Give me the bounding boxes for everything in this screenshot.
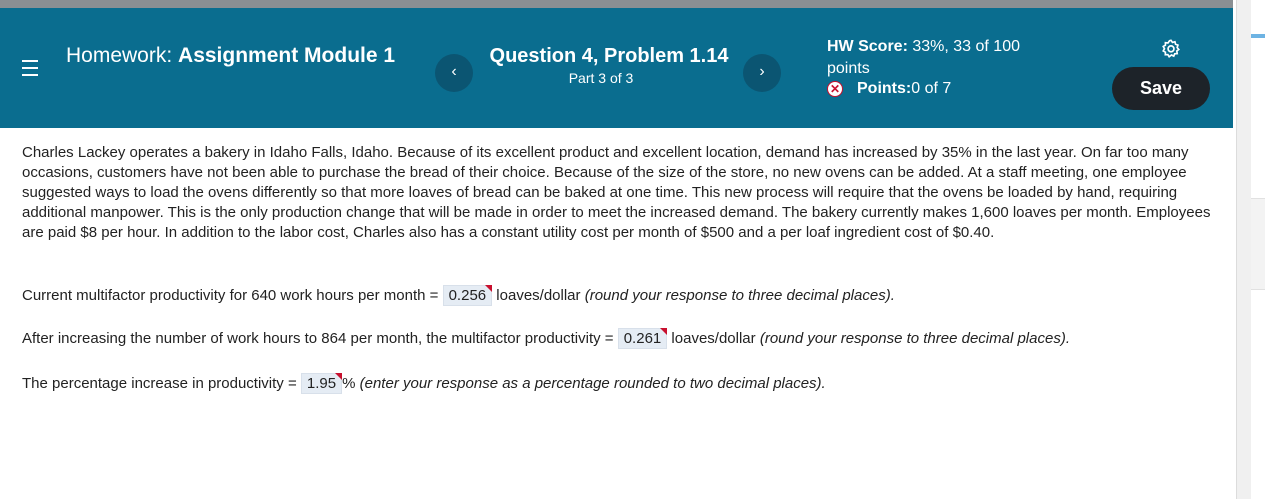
answer-3-value: 1.95	[306, 375, 337, 392]
gear-icon[interactable]	[1160, 38, 1182, 60]
answer-1-value: 0.256	[448, 287, 487, 304]
question-line-1: Current multifactor productivity for 640…	[22, 285, 895, 306]
incorrect-flag-icon	[660, 328, 668, 335]
vertical-scrollbar[interactable]	[1236, 0, 1252, 499]
answer-field-3[interactable]: 1.95	[300, 373, 343, 394]
save-button[interactable]: Save	[1112, 67, 1210, 110]
points-label: Points:	[857, 80, 912, 97]
incorrect-flag-icon	[485, 285, 493, 292]
homework-prefix: Homework:	[66, 44, 179, 67]
homework-title: Homework: Assignment Module 1	[66, 44, 426, 67]
incorrect-flag-icon	[335, 373, 343, 380]
previous-question-button[interactable]: ‹	[435, 54, 473, 92]
answer-field-1[interactable]: 0.256	[442, 285, 493, 306]
question-2-unit: loaves/dollar	[667, 330, 760, 347]
hw-score: HW Score: 33%, 33 of 100 points	[827, 36, 1067, 80]
chevron-right-icon: ›	[759, 63, 765, 80]
question-line-3: The percentage increase in productivity …	[22, 373, 826, 394]
question-3-prefix: The percentage increase in productivity …	[22, 375, 301, 392]
question-3-hint: (enter your response as a percentage rou…	[359, 375, 826, 392]
answer-2-value: 0.261	[623, 330, 662, 347]
question-part: Part 3 of 3	[568, 70, 634, 86]
panel-accent	[1251, 34, 1265, 38]
answer-field-2[interactable]: 0.261	[617, 328, 668, 349]
question-1-prefix: Current multifactor productivity for 640…	[22, 287, 443, 304]
problem-statement: Charles Lackey operates a bakery in Idah…	[22, 144, 1211, 241]
assignment-header: Homework: Assignment Module 1 ‹ Question…	[0, 8, 1233, 128]
right-side-panel	[1251, 0, 1265, 499]
homework-name: Assignment Module 1	[178, 44, 396, 67]
panel-block	[1251, 198, 1265, 290]
points-value: 0 of 7	[911, 80, 952, 97]
question-line-2: After increasing the number of work hour…	[22, 328, 1070, 349]
x-circle-icon: ✕	[827, 81, 843, 97]
top-strip	[0, 0, 1233, 8]
question-2-prefix: After increasing the number of work hour…	[22, 330, 618, 347]
question-3-unit: %	[342, 375, 360, 392]
hw-score-label: HW Score:	[827, 38, 908, 55]
question-1-unit: loaves/dollar	[492, 287, 585, 304]
chevron-left-icon: ‹	[451, 63, 457, 80]
points-status: ✕ Points: 0 of 7	[827, 80, 951, 98]
hamburger-menu-icon[interactable]	[22, 58, 38, 78]
next-question-button[interactable]: ›	[743, 54, 781, 92]
question-2-hint: (round your response to three decimal pl…	[759, 330, 1070, 347]
question-title: Question 4, Problem 1.14	[489, 45, 729, 67]
question-1-hint: (round your response to three decimal pl…	[584, 287, 895, 304]
